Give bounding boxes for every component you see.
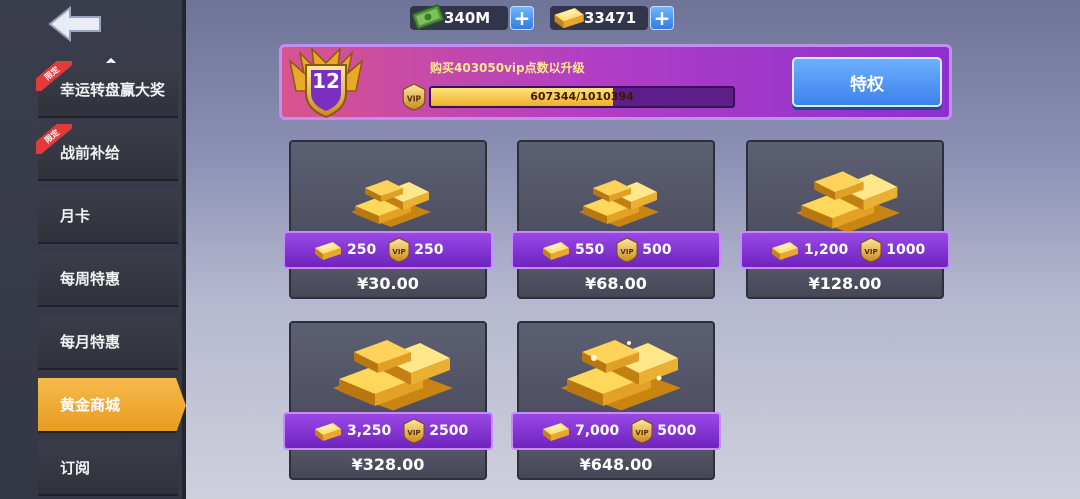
cash-counter: 340M +: [410, 4, 534, 31]
sidebar-item-label: 月卡: [60, 207, 91, 225]
sidebar-item-label: 黄金商城: [60, 396, 121, 414]
sidebar-item-lucky-wheel[interactable]: 限定 幸运转盘赢大奖: [36, 61, 178, 118]
gold-amount: 7,000: [575, 423, 620, 439]
price-button[interactable]: ¥328.00: [289, 450, 487, 480]
gold-amount: 550: [575, 242, 605, 258]
product-reward-band: 7,000 5000: [511, 412, 721, 450]
product-card[interactable]: 1,200 1000 ¥128.00: [740, 140, 950, 300]
product-card[interactable]: 550 500 ¥68.00: [511, 140, 721, 300]
add-gold-button[interactable]: +: [650, 6, 674, 30]
sidebar-item-pre-battle-supply[interactable]: 限定 战前补给: [36, 124, 178, 181]
vip-icon: [860, 237, 882, 263]
vip-upgrade-message: 购买403050vip点数以升级: [430, 61, 585, 75]
gold-bar-icon: [768, 238, 800, 262]
gold-counter: 33471 +: [550, 5, 674, 31]
sidebar-item-monthly-card[interactable]: 月卡: [38, 189, 178, 244]
sidebar-item-subscription[interactable]: 订阅: [38, 441, 178, 496]
vip-points: 500: [642, 242, 672, 258]
price-button[interactable]: ¥648.00: [517, 450, 715, 480]
sidebar-item-weekly-deals[interactable]: 每周特惠: [38, 252, 178, 307]
limited-badge: 限定: [36, 124, 72, 154]
vip-progress-bar: 607344/1010394: [429, 86, 735, 108]
price-button[interactable]: ¥128.00: [746, 269, 944, 299]
vip-progress-text: 607344/1010394: [530, 90, 634, 103]
gold-bars-icon: [748, 142, 946, 242]
limited-badge: 限定: [36, 61, 72, 91]
gold-bar-icon: [539, 238, 571, 262]
gold-bar-icon: [311, 419, 343, 443]
vip-points: 5000: [657, 423, 697, 439]
product-image: [289, 140, 487, 240]
cash-icon: [411, 4, 445, 30]
product-card[interactable]: 3,250 2500 ¥328.00: [283, 321, 493, 481]
gold-amount: 1,200: [804, 242, 849, 258]
vip-points: 1000: [886, 242, 926, 258]
vip-icon: [401, 83, 427, 111]
gold-bar-icon: [539, 419, 571, 443]
vip-icon: [388, 237, 410, 263]
sidebar-item-gold-store[interactable]: 黄金商城: [38, 378, 186, 433]
vip-icon: [403, 418, 425, 444]
gold-amount: 3,250: [347, 423, 392, 439]
product-image: [517, 321, 715, 421]
sidebar-item-monthly-deals[interactable]: 每月特惠: [38, 315, 178, 370]
price-button[interactable]: ¥68.00: [517, 269, 715, 299]
product-card[interactable]: 7,000 5000 ¥648.00: [511, 321, 721, 481]
gold-bars-icon: [291, 142, 489, 242]
vip-icon: [616, 237, 638, 263]
gold-bars-icon: [291, 323, 489, 423]
gold-bar-icon: [311, 238, 343, 262]
sidebar: 限定 幸运转盘赢大奖 限定 战前补给 月卡 每周特惠 每月特惠 黄金商城 订阅: [0, 0, 186, 499]
add-cash-button[interactable]: +: [510, 6, 534, 30]
sidebar-item-label: 订阅: [60, 459, 91, 477]
vip-banner: 12 购买403050vip点数以升级 607344/1010394 特权: [279, 44, 952, 120]
sidebar-item-label: 每月特惠: [60, 333, 121, 351]
price-button[interactable]: ¥30.00: [289, 269, 487, 299]
vip-level-number: 12: [312, 69, 340, 93]
sidebar-item-label: 每周特惠: [60, 270, 121, 288]
gold-bar-icon: [550, 1, 586, 33]
gold-bars-icon: [519, 323, 717, 423]
privilege-button[interactable]: 特权: [792, 57, 942, 107]
gold-amount: 250: [347, 242, 377, 258]
sidebar-item-label: 幸运转盘赢大奖: [60, 81, 166, 99]
vip-icon: [631, 418, 653, 444]
vip-points: 2500: [429, 423, 469, 439]
gold-bars-icon: [519, 142, 717, 242]
vip-points: 250: [414, 242, 444, 258]
product-reward-band: 550 500: [511, 231, 721, 269]
product-reward-band: 1,200 1000: [740, 231, 950, 269]
product-image: [746, 140, 944, 240]
product-image: [289, 321, 487, 421]
back-arrow-icon[interactable]: [46, 4, 104, 44]
product-image: [517, 140, 715, 240]
product-card[interactable]: 250 250 ¥30.00: [283, 140, 493, 300]
product-reward-band: 3,250 2500: [283, 412, 493, 450]
product-reward-band: 250 250: [283, 231, 493, 269]
